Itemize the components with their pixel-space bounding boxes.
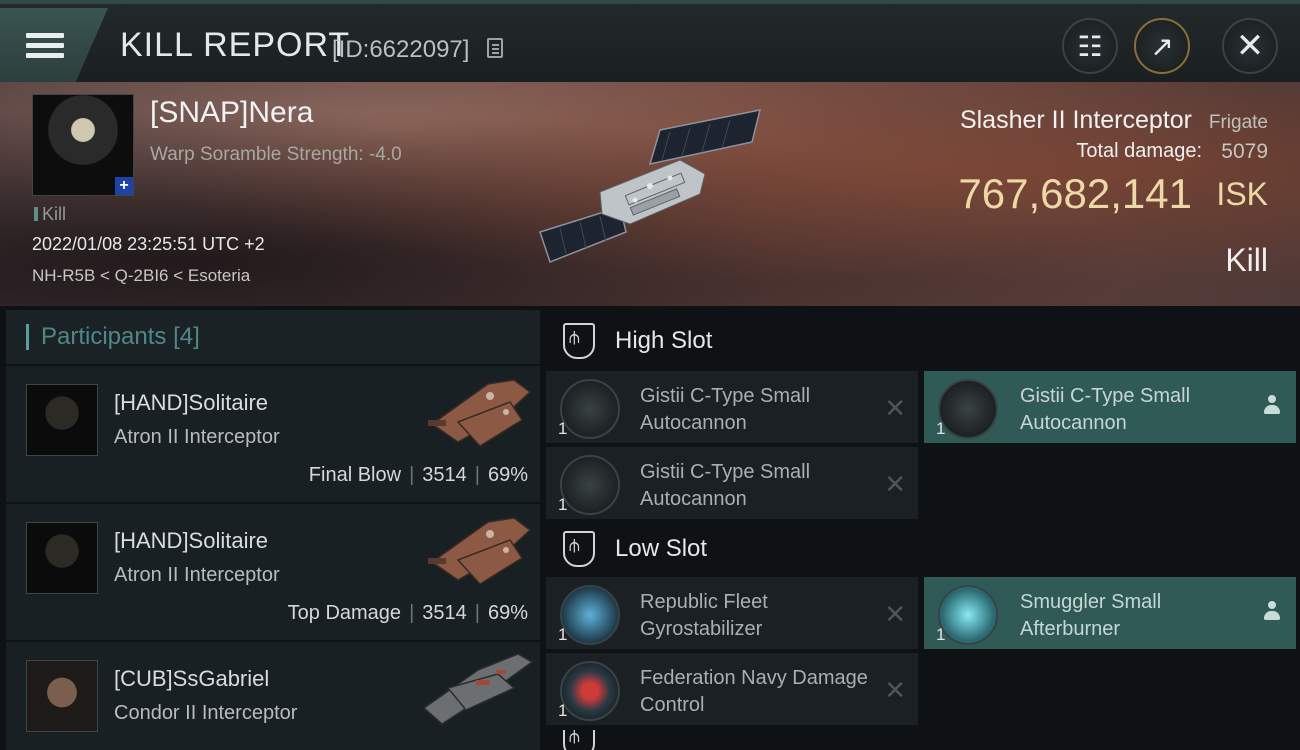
destroyed-icon: ✕ bbox=[884, 469, 906, 499]
participant-ship: Condor II Interceptor bbox=[114, 702, 298, 724]
participant-name: [HAND]Solitaire bbox=[114, 390, 269, 415]
isk-unit: ISK bbox=[1216, 176, 1268, 212]
participant-avatar[interactable] bbox=[26, 384, 98, 456]
participant-damage: 3514 bbox=[422, 602, 467, 624]
victim-name[interactable]: [SNAP]Nera bbox=[150, 96, 313, 130]
corp-plus-icon[interactable]: + bbox=[115, 177, 133, 195]
participant-tag: Top Damage bbox=[287, 602, 402, 624]
participant-damage: 3514 bbox=[422, 464, 467, 486]
victim-banner: + [SNAP]Nera Warp Soramble Strength: -4.… bbox=[0, 82, 1300, 306]
module-item[interactable]: 1 Federation Navy Damage Control ✕ bbox=[545, 652, 919, 726]
module-quantity: 1 bbox=[558, 701, 568, 720]
high-slot-icon bbox=[563, 323, 595, 359]
participant-row[interactable]: [HAND]Solitaire Atron II Interceptor Top… bbox=[6, 504, 540, 642]
participant-ship-image bbox=[428, 379, 532, 447]
share-icon: ↗ bbox=[1150, 30, 1174, 62]
participants-title: Participants bbox=[41, 323, 167, 350]
participant-row[interactable]: [HAND]Solitaire Atron II Interceptor Fin… bbox=[6, 366, 540, 504]
module-item[interactable]: 1 Smuggler Small Afterburner bbox=[923, 576, 1297, 650]
high-slot-header: High Slot bbox=[545, 312, 1300, 370]
fitting-panel: High Slot 1 Gistii C-Type Small Autocann… bbox=[545, 310, 1300, 750]
autocannon-icon bbox=[560, 455, 620, 515]
participant-ship-image bbox=[422, 653, 534, 725]
close-icon: ✕ bbox=[1235, 27, 1265, 65]
module-item[interactable]: 1 Gistii C-Type Small Autocannon ✕ bbox=[545, 370, 919, 444]
kill-timestamp: 2022/01/08 23:25:51 UTC +2 bbox=[32, 234, 265, 254]
destroyed-icon: ✕ bbox=[884, 675, 906, 705]
participant-ship: Atron II Interceptor bbox=[114, 426, 280, 448]
low-slot-label: Low Slot bbox=[615, 535, 708, 562]
module-quantity: 1 bbox=[558, 419, 568, 438]
module-name: Gistii C-Type Small Autocannon bbox=[640, 461, 811, 510]
total-damage-value: 5079 bbox=[1221, 140, 1268, 163]
participant-avatar[interactable] bbox=[26, 660, 98, 732]
autocannon-icon bbox=[938, 379, 998, 439]
destroyed-icon: ✕ bbox=[884, 393, 906, 423]
module-name: Federation Navy Damage Control bbox=[640, 667, 868, 716]
kill-location: NH-R5B < Q-2BI6 < Esoteria bbox=[32, 266, 251, 285]
low-slot-header: Low Slot bbox=[545, 520, 1300, 578]
participant-stats: Top Damage | 3514 | 69% bbox=[287, 602, 528, 624]
isk-value: 767,682,141 bbox=[958, 170, 1192, 217]
module-quantity: 1 bbox=[936, 419, 946, 438]
header-bar: KILL REPORT [ID:6622097] ☷ ↗ ✕ bbox=[0, 0, 1300, 82]
module-item[interactable]: 1 Gistii C-Type Small Autocannon bbox=[923, 370, 1297, 444]
gyrostabilizer-icon bbox=[560, 585, 620, 645]
participant-tag: Final Blow bbox=[308, 464, 402, 486]
module-item[interactable]: 1 Gistii C-Type Small Autocannon ✕ bbox=[545, 446, 919, 520]
dropped-person-icon bbox=[1264, 601, 1280, 623]
menu-button[interactable] bbox=[0, 8, 108, 82]
autocannon-icon bbox=[560, 379, 620, 439]
participant-stats: Final Blow | 3514 | 69% bbox=[308, 464, 528, 486]
module-name: Gistii C-Type Small Autocannon bbox=[640, 385, 811, 434]
kill-label: Kill bbox=[34, 204, 66, 225]
participant-ship-image bbox=[428, 517, 532, 585]
module-name: Gistii C-Type Small Autocannon bbox=[1020, 385, 1191, 434]
module-name: Republic Fleet Gyrostabilizer bbox=[640, 591, 768, 640]
participant-ship: Atron II Interceptor bbox=[114, 564, 280, 586]
report-document-button[interactable]: ☷ bbox=[1062, 18, 1118, 74]
destroyed-icon: ✕ bbox=[884, 599, 906, 629]
result-tag: Kill bbox=[1225, 242, 1268, 278]
dropped-person-icon bbox=[1264, 395, 1280, 417]
high-slot-label: High Slot bbox=[615, 327, 713, 354]
section-marker-icon bbox=[26, 324, 29, 350]
document-icon: ☷ bbox=[1077, 30, 1103, 62]
module-quantity: 1 bbox=[936, 625, 946, 644]
participants-panel: Participants [4] [HAND]Solitaire Atron I… bbox=[6, 310, 540, 750]
damage-control-icon bbox=[560, 661, 620, 721]
hamburger-icon bbox=[26, 28, 64, 63]
victim-ship-class: Frigate bbox=[1208, 112, 1268, 133]
page-title: KILL REPORT bbox=[120, 26, 351, 64]
participant-percent: 69% bbox=[487, 464, 528, 486]
warp-scramble-strength: Warp Soramble Strength: -4.0 bbox=[150, 144, 402, 165]
participant-name: [CUB]SsGabriel bbox=[114, 666, 270, 691]
victim-ship-name[interactable]: Slasher II Interceptor bbox=[960, 106, 1192, 135]
low-slot-icon bbox=[563, 531, 595, 567]
module-quantity: 1 bbox=[558, 625, 568, 644]
afterburner-icon bbox=[938, 585, 998, 645]
participant-name: [HAND]Solitaire bbox=[114, 528, 269, 553]
participants-count: [4] bbox=[173, 323, 200, 350]
total-damage-label: Total damage: bbox=[1076, 140, 1202, 162]
participants-header: Participants [4] bbox=[6, 310, 540, 366]
module-name: Smuggler Small Afterburner bbox=[1020, 591, 1162, 640]
slot-icon bbox=[563, 730, 595, 750]
victim-ship-image bbox=[539, 109, 762, 263]
kill-marker-icon bbox=[34, 207, 38, 221]
share-button[interactable]: ↗ bbox=[1134, 18, 1190, 74]
kill-label-text: Kill bbox=[42, 204, 67, 224]
module-item[interactable]: 1 Republic Fleet Gyrostabilizer ✕ bbox=[545, 576, 919, 650]
participant-percent: 69% bbox=[487, 602, 528, 624]
kill-id: [ID:6622097] bbox=[332, 36, 470, 63]
next-slot-header bbox=[545, 730, 1300, 750]
close-button[interactable]: ✕ bbox=[1222, 18, 1278, 74]
participant-avatar[interactable] bbox=[26, 522, 98, 594]
victim-avatar[interactable]: + bbox=[32, 94, 134, 196]
copy-icon[interactable] bbox=[487, 38, 503, 58]
participant-row[interactable]: [CUB]SsGabriel Condor II Interceptor bbox=[6, 642, 540, 750]
module-quantity: 1 bbox=[558, 495, 568, 514]
